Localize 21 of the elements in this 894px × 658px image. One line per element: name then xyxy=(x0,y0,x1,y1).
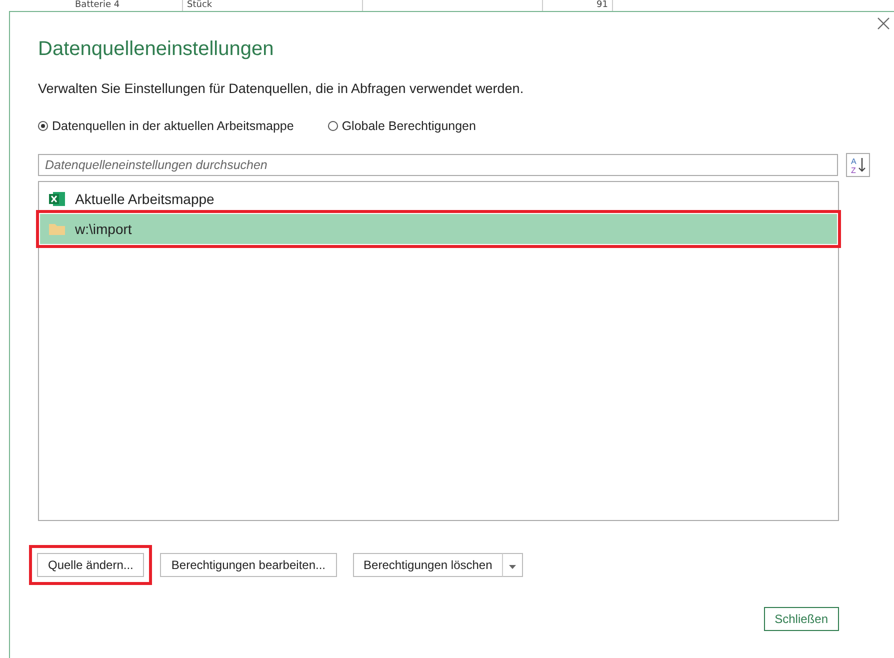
search-field[interactable]: Datenquelleneinstellungen durchsuchen xyxy=(38,154,838,176)
description-text: Verwalten Sie Einstellungen für Datenquellen, die in Abfragen verwendet werden. xyxy=(38,81,525,96)
action-button[interactable]: Berechtigungen bearbeiten... xyxy=(160,553,337,577)
spreadsheet-cell: Stück xyxy=(183,0,363,11)
dropdown-button[interactable] xyxy=(503,553,524,577)
radio-option[interactable]: Datenquellen in der aktuellen Arbeitsmappe xyxy=(38,119,294,133)
caret-icon xyxy=(509,565,516,569)
source-item[interactable]: w:\import xyxy=(40,214,837,244)
spreadsheet-cell: Batterie 4 xyxy=(9,0,183,11)
dialog-title: Datenquelleneinstellungen xyxy=(38,38,275,61)
folder-icon xyxy=(48,221,66,237)
spreadsheet-icon xyxy=(48,191,66,207)
action-button[interactable]: Berechtigungen löschen xyxy=(352,553,504,577)
spreadsheet-cell: 91 xyxy=(543,0,613,11)
action-button[interactable]: Quelle ändern... xyxy=(37,553,144,577)
close-button[interactable]: Schließen xyxy=(764,607,839,631)
radio-option[interactable]: Globale Berechtigungen xyxy=(328,119,476,133)
source-item[interactable]: Aktuelle Arbeitsmappe xyxy=(40,184,837,214)
sort-az-icon[interactable]: A Z xyxy=(846,153,870,177)
source-label: w:\import xyxy=(75,221,132,237)
source-label: Aktuelle Arbeitsmappe xyxy=(75,191,214,207)
